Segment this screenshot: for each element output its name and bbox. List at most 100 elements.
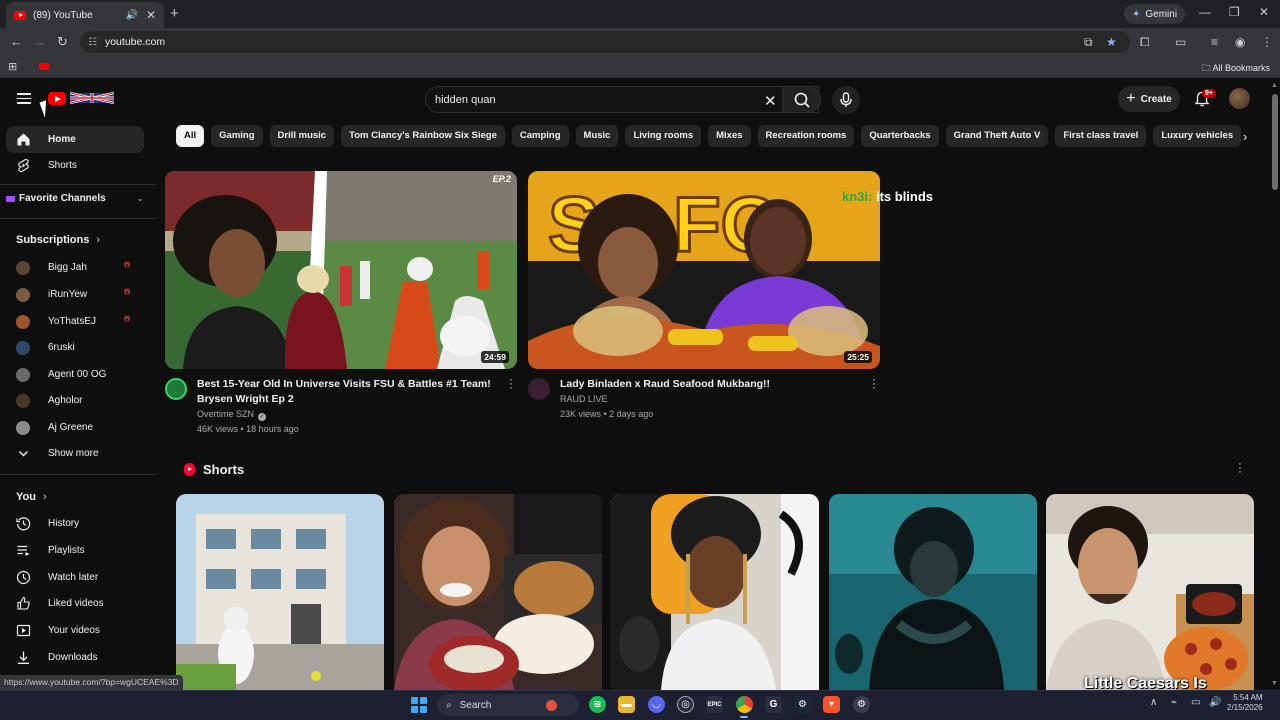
video-menu-icon[interactable]: · · · xyxy=(871,375,877,394)
filter-chip[interactable]: Tom Clancy's Rainbow Six Siege xyxy=(341,125,505,147)
omnibox[interactable]: ☷ youtube.com xyxy=(80,31,1130,53)
sidebar-item-channel[interactable]: Agent 00 OG xyxy=(6,361,144,388)
video-menu-icon[interactable]: · · · xyxy=(508,375,514,394)
short-card[interactable] xyxy=(176,494,384,690)
filter-chip[interactable]: First class travel xyxy=(1055,125,1147,147)
short-card[interactable]: Little Caesars Is xyxy=(1046,494,1254,690)
video-channel-link[interactable]: RAUD LIVE xyxy=(560,394,608,404)
short-card[interactable] xyxy=(829,494,1037,690)
filter-chip[interactable]: Music xyxy=(575,125,619,147)
video-card[interactable]: EP.2 24:59 Best 15-Year Old In Universe … xyxy=(165,171,517,441)
sidebar-item-channel[interactable]: YoThatsEJ xyxy=(6,308,144,335)
search-button[interactable] xyxy=(782,86,821,113)
scrollbar-thumb[interactable] xyxy=(1272,94,1278,190)
bookmark-star-icon[interactable]: ★ xyxy=(1106,35,1117,49)
windows-start-icon[interactable] xyxy=(411,697,427,713)
video-card[interactable]: S FO 25:25 Lady Binladen x Raud Seafood … xyxy=(528,171,880,426)
discord-icon[interactable]: ◡ xyxy=(648,696,665,713)
back-icon[interactable]: ← xyxy=(10,34,23,49)
sidebar-item-your-videos[interactable]: Your videos xyxy=(6,617,144,644)
all-bookmarks-link[interactable]: 🗀 All Bookmarks xyxy=(1201,61,1270,77)
shorts-menu-icon[interactable]: · · · xyxy=(1237,459,1243,478)
favorite-channels-header[interactable]: Favorite Channels ⌄ xyxy=(6,193,144,204)
filter-chip[interactable]: Gaming xyxy=(211,125,263,147)
filter-chip[interactable]: All xyxy=(176,125,205,147)
site-info-icon[interactable]: ☷ xyxy=(88,37,97,48)
taskbar-clock[interactable]: 5:54 AM 2/15/2026 xyxy=(1227,693,1263,713)
steam-icon[interactable]: ⚙ xyxy=(794,696,811,713)
display-icon[interactable]: ▭ xyxy=(1191,697,1200,708)
you-header[interactable]: You › xyxy=(16,491,47,503)
short-card[interactable] xyxy=(394,494,602,690)
speaker-icon[interactable]: 🔊 xyxy=(125,10,137,21)
sidebar-item-channel[interactable]: iRunYew xyxy=(6,281,144,308)
epic-games-icon[interactable]: EPIC xyxy=(706,696,723,713)
browser-tab-youtube[interactable]: (89) YouTube 🔊 ✕ xyxy=(6,2,164,28)
install-app-icon[interactable]: ⧉ xyxy=(1084,35,1093,50)
menu-dots-icon[interactable]: ⋮ xyxy=(1261,35,1273,49)
scroll-down-icon[interactable]: ▼ xyxy=(1271,680,1278,687)
sidebar-item-channel[interactable]: Aj Greene xyxy=(6,414,144,441)
youtube-logo-icon[interactable] xyxy=(48,92,66,105)
media-controls-icon[interactable]: ≡ xyxy=(1211,35,1218,49)
chrome-icon[interactable] xyxy=(736,696,753,713)
video-thumbnail[interactable]: EP.2 24:59 xyxy=(165,171,517,369)
sidebar-item-downloads[interactable]: Downloads xyxy=(6,644,144,671)
github-icon[interactable]: ◎ xyxy=(677,696,694,713)
brave-icon[interactable]: ▾ xyxy=(823,696,840,713)
forward-icon[interactable]: → xyxy=(33,34,46,49)
spotify-icon[interactable]: ≋ xyxy=(589,696,606,713)
profile-icon[interactable]: ◉ xyxy=(1235,35,1245,49)
tray-chevron-icon[interactable]: ∧ xyxy=(1150,697,1157,708)
file-explorer-icon[interactable]: ▬ xyxy=(618,696,635,713)
chevron-right-icon[interactable]: › xyxy=(1243,129,1247,144)
gemini-button[interactable]: ✦ Gemini xyxy=(1124,4,1186,24)
filter-chip[interactable]: Grand Theft Auto V xyxy=(945,125,1049,147)
voice-search-button[interactable] xyxy=(832,86,860,114)
split-view-icon[interactable]: ▭ xyxy=(1175,35,1186,49)
settings-gear-icon[interactable]: ⚙ xyxy=(853,696,870,713)
network-icon[interactable]: ⌁ xyxy=(1171,697,1177,708)
sidebar-item-channel[interactable]: Bigg Jah xyxy=(6,254,144,281)
sidebar-item-home[interactable]: Home xyxy=(6,126,144,153)
apps-grid-icon[interactable]: ⊞ xyxy=(8,60,17,73)
sidebar-item-show-more[interactable]: Show more xyxy=(6,440,144,467)
guide-menu-icon[interactable] xyxy=(17,93,31,104)
sidebar-item-channel[interactable]: Agholor xyxy=(6,387,144,414)
clear-search-icon[interactable]: ✕ xyxy=(764,92,777,110)
taskbar-search[interactable]: ⌕ Search xyxy=(437,694,579,716)
subscriptions-header[interactable]: Subscriptions › xyxy=(16,234,100,246)
filter-chip[interactable]: Luxury vehicles xyxy=(1153,125,1242,147)
create-button[interactable]: + Create xyxy=(1118,86,1180,112)
filter-chip[interactable]: Drill music xyxy=(269,125,335,147)
channel-avatar[interactable] xyxy=(528,378,550,400)
volume-icon[interactable]: 🔊 xyxy=(1209,697,1221,708)
reload-icon[interactable]: ↻ xyxy=(57,34,68,50)
restore-icon[interactable]: ❐ xyxy=(1229,5,1240,19)
sidebar-item-shorts[interactable]: Shorts xyxy=(6,152,144,179)
new-tab-icon[interactable]: + xyxy=(170,5,179,22)
video-title[interactable]: Lady Binladen x Raud Seafood Mukbang!! xyxy=(560,377,856,392)
filter-chip[interactable]: Quarterbacks xyxy=(861,125,939,147)
filter-chip[interactable]: Mixes xyxy=(708,125,751,147)
extensions-icon[interactable]: ⧠ xyxy=(1140,35,1150,50)
search-input[interactable]: hidden quan ✕ xyxy=(425,86,819,113)
sidebar-item-playlists[interactable]: Playlists xyxy=(6,537,144,564)
minimize-icon[interactable]: — xyxy=(1199,5,1211,19)
channel-avatar[interactable] xyxy=(165,378,187,400)
scroll-up-icon[interactable]: ▲ xyxy=(1271,82,1278,89)
filter-chip[interactable]: Camping xyxy=(511,125,569,147)
filter-chip[interactable]: Recreation rooms xyxy=(757,125,855,147)
filter-chip[interactable]: Living rooms xyxy=(625,125,702,147)
youtube-bookmark-icon[interactable] xyxy=(39,63,49,70)
sidebar-item-watch-later[interactable]: Watch later xyxy=(6,564,144,591)
close-tab-icon[interactable]: ✕ xyxy=(146,8,156,22)
sidebar-item-liked-videos[interactable]: Liked videos xyxy=(6,590,144,617)
sidebar-item-channel[interactable]: 6ruski xyxy=(6,334,144,361)
sidebar-item-history[interactable]: History xyxy=(6,510,144,537)
ghub-icon[interactable]: G xyxy=(765,696,782,713)
short-card[interactable] xyxy=(611,494,819,690)
account-avatar[interactable] xyxy=(1229,88,1250,109)
video-channel-link[interactable]: Overtime SZN ✓ xyxy=(197,409,267,421)
video-title[interactable]: Best 15-Year Old In Universe Visits FSU … xyxy=(197,377,493,407)
